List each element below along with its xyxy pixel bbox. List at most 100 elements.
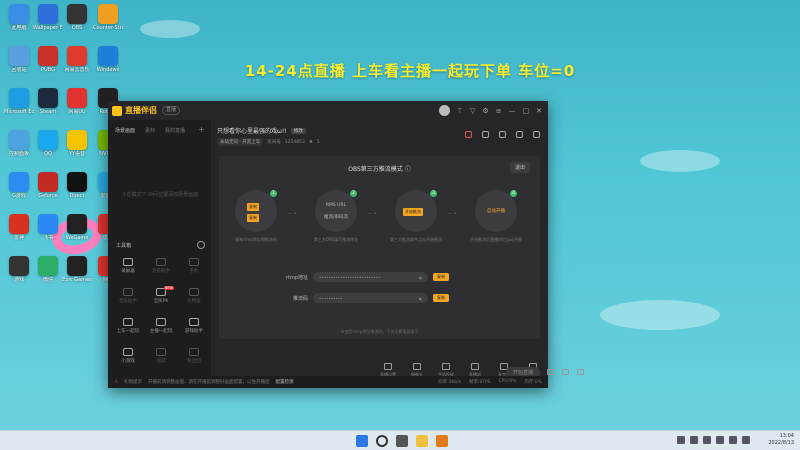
warning-icon: ⚠ (114, 379, 119, 385)
network-icon[interactable] (729, 436, 737, 444)
app-icon (9, 88, 29, 108)
add-scene-icon[interactable]: + (198, 125, 205, 134)
app-icon (67, 46, 87, 66)
live-app-taskbar-icon[interactable] (436, 435, 448, 447)
app-icon (9, 172, 29, 192)
stream-key-field[interactable]: •••••••••• ◉ (313, 293, 428, 303)
desktop-icon[interactable]: Epic Games (62, 256, 92, 283)
desktop-icon[interactable]: 回收站 (4, 46, 34, 73)
clock[interactable]: 13:04 2022/8/13 (768, 433, 794, 447)
desktop-icon[interactable]: OBS (62, 4, 92, 31)
desktop-icon-label: 微信 (42, 277, 53, 283)
toolbox-item[interactable]: 录屏器 (113, 258, 143, 274)
share-icon[interactable] (533, 131, 540, 138)
desktop-icon[interactable]: 游戏 (4, 256, 34, 283)
settings-gear-icon[interactable] (577, 369, 584, 375)
room-actions (465, 131, 540, 138)
app-icon (67, 214, 87, 234)
desktop-icon[interactable]: 网易UU (62, 88, 92, 115)
close-icon[interactable]: ✕ (536, 107, 542, 115)
bell-icon[interactable] (516, 131, 523, 138)
copy-rtmp-button[interactable]: 复制 (433, 273, 449, 281)
desktop-icon[interactable]: Direct (62, 172, 92, 199)
user-avatar[interactable] (438, 105, 450, 116)
task-view-icon[interactable] (396, 435, 408, 447)
app-icon (38, 256, 58, 276)
shirt-icon[interactable]: ⊤ (457, 107, 463, 115)
tab-scene[interactable]: 场景画面 (115, 127, 135, 134)
windows-start-icon[interactable] (356, 435, 368, 447)
help-icon[interactable]: ⓘ (405, 166, 411, 173)
toolbox-collapse-icon[interactable] (197, 241, 205, 249)
toolbox-item[interactable]: 游戏助手 (179, 318, 209, 334)
toolbox-item[interactable]: 小游戏 (113, 348, 143, 364)
toolbox-item[interactable]: 音乐助手 (113, 288, 143, 304)
edit-title-button[interactable]: 修改 (290, 127, 306, 134)
maximize-icon[interactable]: □ (523, 107, 530, 115)
desktop-icon-label: 飞书 (42, 235, 53, 241)
desktop-icon[interactable]: YY语音 (62, 130, 92, 157)
minimize-icon[interactable]: — (509, 107, 516, 115)
desktop-icon-label: Windows (96, 67, 120, 73)
toolbox-item[interactable]: 主播一起玩 (146, 318, 176, 334)
tab-my-live[interactable]: 我的直播 (165, 127, 185, 134)
room-title[interactable]: 只想看你心里最强的戏ω!! (217, 126, 287, 135)
bottom-tool-icon (413, 363, 421, 370)
search-icon[interactable] (376, 435, 388, 447)
exit-mode-button[interactable]: 退出 (509, 162, 530, 173)
rtmp-field[interactable]: •••••••••••••••••••••••••• ◉ (313, 272, 428, 282)
app-icon (67, 4, 87, 24)
toolbox-item[interactable]: 上车一起玩 (113, 318, 143, 334)
room-category[interactable]: 永劫无间 · 开黑上车 (217, 138, 264, 146)
copy-stream-key-button[interactable]: 复制 (433, 294, 449, 302)
volume-icon[interactable] (742, 436, 750, 444)
gift-icon[interactable] (499, 131, 506, 138)
eye-icon[interactable]: ◉ (419, 275, 423, 280)
config-check-link[interactable]: 配置检测 (276, 379, 294, 385)
toolbox-item[interactable]: 粉丝团 (179, 348, 209, 364)
mode-title-text: OBS第三方推流模式 (348, 166, 403, 173)
lock-icon[interactable] (482, 131, 489, 138)
window-titlebar[interactable]: 直播伴侣 直播 ⊤ ▽ ⚙ ≡ — □ ✕ (108, 101, 548, 120)
tray-app-icon[interactable] (690, 436, 698, 444)
settings-icon[interactable]: ⚙ (482, 107, 488, 115)
toolbox-item[interactable]: 福袋 (146, 348, 176, 364)
toolbox-item[interactable]: 礼物盒 (179, 288, 209, 304)
desktop-icon[interactable]: 雷神 (4, 214, 34, 241)
filter-icon[interactable]: ▽ (470, 107, 475, 115)
record-icon[interactable] (465, 131, 472, 138)
menu-icon[interactable]: ≡ (496, 107, 502, 115)
desktop-icon[interactable]: 飞书 (33, 214, 63, 241)
app-name: 直播伴侣 (125, 106, 157, 115)
desktop-icon[interactable]: 微信 (33, 256, 63, 283)
sidebar-hint: ①在模式下 中间位置添加场景画面 (122, 192, 199, 198)
toolbox-item[interactable]: 语音助手 (146, 258, 176, 274)
taskbar-apps (356, 435, 448, 447)
tab-material[interactable]: 素材 (145, 127, 155, 134)
version-badge[interactable]: 直播 (162, 106, 181, 115)
desktop-icon[interactable]: 网易云音乐 (62, 46, 92, 73)
desktop-icon[interactable]: Geforce (33, 172, 63, 199)
tray-app-icon[interactable] (716, 436, 724, 444)
desktop-icon[interactable]: QQ (33, 130, 63, 157)
camera-switch-icon[interactable] (547, 369, 554, 375)
desktop-icon[interactable]: 控制面板 (4, 130, 34, 157)
toolbox-item[interactable]: 全民PK NEW (146, 286, 176, 304)
desktop-icon[interactable]: PUBG (33, 46, 63, 73)
toolbox-item[interactable]: 手机 (179, 258, 209, 274)
desktop-icon[interactable]: Wallpaper Engine (33, 4, 63, 31)
desktop-icon[interactable]: Microsoft Edge (4, 88, 34, 115)
desktop-icon[interactable]: G游戏 (4, 172, 34, 199)
eye-icon[interactable]: ◉ (419, 296, 423, 301)
explorer-icon[interactable] (416, 435, 428, 447)
desktop-icon-label: Microsoft Edge (4, 109, 34, 115)
desktop-icon[interactable]: Counter-Strike (93, 4, 123, 31)
app-icon (67, 172, 87, 192)
desktop-icon[interactable]: Windows (93, 46, 123, 73)
desktop-icon[interactable]: WeGame (62, 214, 92, 241)
preview-icon[interactable] (562, 369, 569, 375)
desktop-icon[interactable]: 此电脑 (4, 4, 34, 31)
desktop-icon[interactable]: Steam (33, 88, 63, 115)
tray-app-icon[interactable] (677, 436, 685, 444)
tray-app-icon[interactable] (703, 436, 711, 444)
